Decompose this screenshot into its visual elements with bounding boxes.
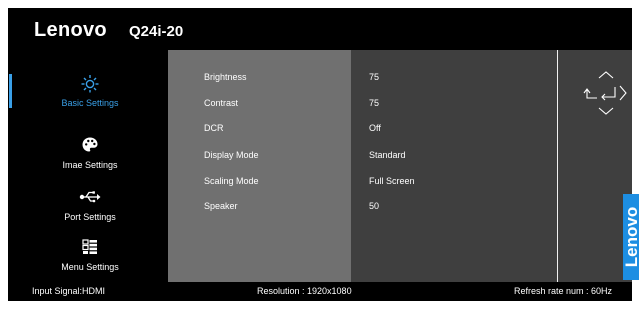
resolution: Resolution : 1920x1080	[257, 286, 352, 296]
setting-label-contrast[interactable]: Contrast	[204, 98, 238, 108]
usb-icon	[16, 186, 164, 208]
setting-value-brightness[interactable]: 75	[369, 72, 379, 82]
sidebar-item-port-settings[interactable]: Port Settings	[16, 182, 164, 228]
model-name: Q24i-20	[129, 23, 184, 40]
sidebar-item-menu-settings[interactable]: Menu Settings	[16, 232, 164, 278]
brand-logo: Lenovo	[34, 19, 107, 41]
back-icon[interactable]	[583, 88, 597, 99]
setting-label-display-mode[interactable]: Display Mode	[204, 150, 259, 160]
brand-strip: Lenovo	[623, 194, 639, 280]
setting-value-dcr[interactable]: Off	[369, 123, 381, 133]
sidebar-item-label: Port Settings	[64, 212, 116, 222]
navigation-keys	[583, 70, 639, 118]
brightness-icon	[16, 72, 164, 94]
footer: Input Signal:HDMI Resolution : 1920x1080…	[8, 282, 632, 301]
setting-value-scaling-mode[interactable]: Full Screen	[369, 176, 415, 186]
settings-label-panel	[168, 50, 351, 282]
palette-icon	[16, 134, 164, 156]
down-arrow-icon[interactable]	[598, 107, 614, 115]
sidebar-item-image-settings[interactable]: Imae Settings	[16, 130, 164, 176]
enter-icon[interactable]	[601, 87, 616, 101]
setting-value-display-mode[interactable]: Standard	[369, 150, 406, 160]
setting-label-speaker[interactable]: Speaker	[204, 201, 238, 211]
sidebar-item-label: Imae Settings	[62, 160, 118, 170]
setting-label-brightness[interactable]: Brightness	[204, 72, 247, 82]
header: Lenovo Q24i-20	[8, 8, 632, 54]
menu-grid-icon	[16, 236, 164, 258]
osd-menu: Lenovo Q24i-20 Basic Settings Imae Setti…	[8, 8, 639, 301]
setting-label-dcr[interactable]: DCR	[204, 123, 224, 133]
setting-label-scaling-mode[interactable]: Scaling Mode	[204, 176, 259, 186]
sidebar-item-label: Menu Settings	[61, 262, 119, 272]
sidebar-item-label: Basic Settings	[61, 98, 119, 108]
active-indicator	[9, 74, 12, 108]
up-arrow-icon[interactable]	[598, 71, 614, 79]
refresh-rate: Refresh rate num : 60Hz	[514, 286, 613, 296]
brand-strip-text: Lenovo	[623, 206, 639, 268]
right-arrow-icon[interactable]	[619, 85, 627, 101]
panel-divider	[557, 50, 558, 282]
setting-value-contrast[interactable]: 75	[369, 98, 379, 108]
sidebar-item-basic-settings[interactable]: Basic Settings	[16, 68, 164, 114]
input-signal: Input Signal:HDMI	[32, 286, 106, 296]
setting-value-speaker[interactable]: 50	[369, 201, 379, 211]
